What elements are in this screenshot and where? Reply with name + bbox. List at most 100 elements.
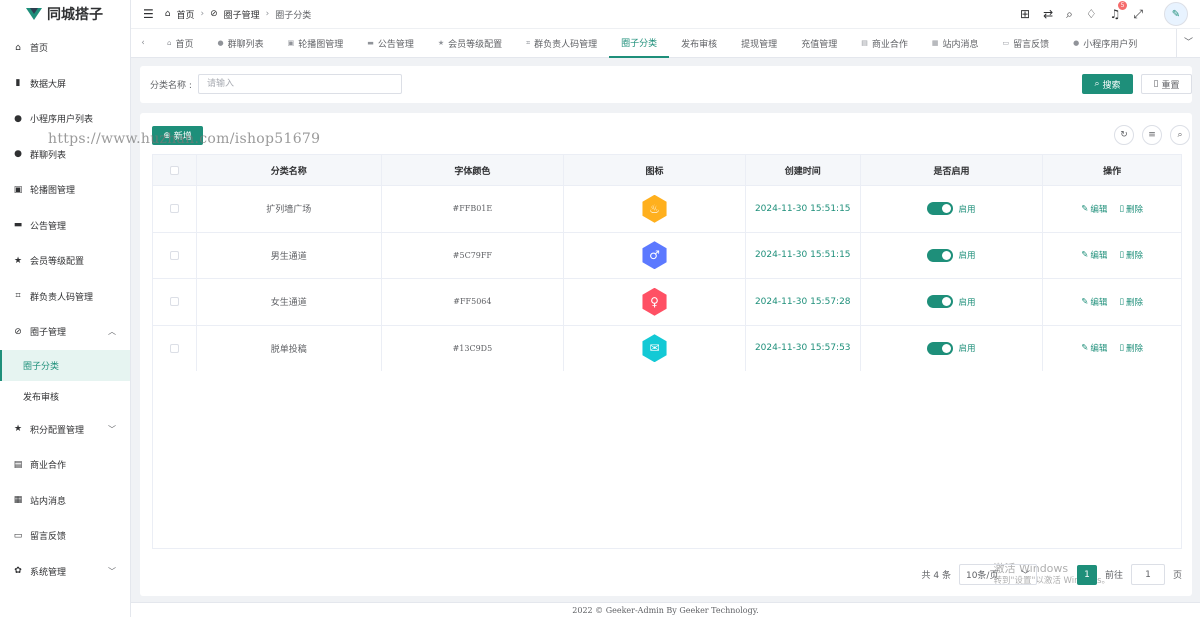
tab-label: 首页 [175,39,194,50]
row-checkbox[interactable] [169,250,179,260]
avatar[interactable]: ✎ [1164,2,1188,26]
select-all-checkbox[interactable] [169,165,179,175]
breadcrumb-item[interactable]: 圈子管理 [224,8,260,21]
reset-button[interactable]: ▯ 重置 [1141,74,1192,94]
sidebar-item-label: 群聊列表 [30,150,67,161]
sidebar-item-dashboard[interactable]: ▮ 数据大屏 [0,66,130,102]
sidebar-item-label: 首页 [30,44,49,55]
trash-icon: ▯ [1119,296,1125,307]
delete-button[interactable]: ▯ 删除 [1119,249,1143,261]
tab-item[interactable]: ⌗ 群负责人码管理 [514,29,609,58]
sidebar-item-home[interactable]: ⌂ 首页 [0,30,130,66]
search-button[interactable]: ⌕ 搜索 [1082,74,1133,94]
breadcrumb-item[interactable]: 首页 [176,8,194,21]
sidebar-item-business[interactable]: ▤ 商业合作 [0,447,130,483]
sidebar-item-circle-management[interactable]: ⊘ 圈子管理 ︿ [0,314,130,350]
sidebar-item-inbox[interactable]: ▦ 站内消息 [0,483,130,519]
user-icon: ● [14,149,22,160]
enabled-cell: 启用 [861,186,1044,232]
goto-page-input[interactable] [1130,564,1165,585]
sidebar-item-feedback[interactable]: ▭ 留言反馈 [0,518,130,554]
row-checkbox[interactable] [169,204,179,214]
tab-item[interactable]: ▦ 站内消息 [920,29,991,58]
enabled-switch[interactable] [927,341,954,355]
fullscreen-icon[interactable]: ⤢ [1133,7,1143,22]
enabled-cell: 启用 [861,232,1044,278]
column-settings-icon[interactable]: ≡ [1142,125,1162,145]
actions-cell: ✎ 编辑 ▯ 删除 [1043,233,1181,279]
enabled-switch[interactable] [927,295,954,309]
delete-button[interactable]: ▯ 删除 [1119,296,1143,308]
user-icon: ● [14,113,22,124]
url-watermark: https://www.huzhan.com/ishop51679 [48,131,321,147]
sidebar-item-system[interactable]: ✿ 系统管理 ﹀ [0,554,130,590]
sidebar-item-member-levels[interactable]: ★ 会员等级配置 [0,243,130,279]
tab-item[interactable]: ● 小程序用户列 [1061,29,1149,58]
sidebar-item-circle-categories[interactable]: 圈子分类 [0,349,130,381]
notification-badge: 5 [1117,1,1128,10]
sidebar-item-post-review[interactable]: 发布审核 [0,381,130,412]
search-icon[interactable]: ⌕ [1066,7,1073,22]
tabs-more-icon[interactable]: ﹀ [1176,28,1200,58]
refresh-icon[interactable]: ↻ [1114,125,1134,145]
trash-icon: ▯ [1119,250,1125,261]
tab-item[interactable]: 充值管理 [789,29,849,58]
table-row: 女生通道 #FF5064 ♀ 2024-11-30 15:57:28 启用 ✎ 编辑 ▯ 删除 [153,278,1181,325]
font-color-cell: #FF5064 [382,279,565,325]
sidebar-item-announcements[interactable]: ▬ 公告管理 [0,208,130,244]
enabled-label: 启用 [958,297,976,308]
row-checkbox[interactable] [169,343,179,353]
tab-item[interactable]: 发布审核 [669,29,729,58]
tab-item[interactable]: ▤ 商业合作 [849,29,920,58]
tabs-scroll-left-icon[interactable]: ‹ [131,38,155,48]
search-icon[interactable]: ⌕ [1170,125,1190,145]
tab-item[interactable]: 提现管理 [729,29,789,58]
delete-button[interactable]: ▯ 删除 [1119,203,1143,215]
vue-logo-icon [26,8,42,20]
category-icon: ✉ [642,334,667,363]
icon-cell: ✉ [564,325,746,371]
sidebar-item-points-config[interactable]: ★ 积分配置管理 ﹀ [0,412,130,448]
actions-cell: ✎ 编辑 ▯ 删除 [1043,279,1181,325]
sidebar-item-group-owner-codes[interactable]: ⌗ 群负责人码管理 [0,279,130,315]
tab-item[interactable]: ⌂ 首页 [155,29,205,58]
sidebar-item-label: 站内消息 [30,496,67,507]
page-number-current[interactable]: 1 [1076,564,1097,585]
header-cell: 是否启用 [861,155,1044,185]
delete-button[interactable]: ▯ 删除 [1119,342,1143,354]
edit-icon: ✎ [1081,296,1089,307]
tab-item[interactable]: ▬ 公告管理 [355,29,426,58]
sidebar-item-banners[interactable]: ▣ 轮播图管理 [0,172,130,208]
menu-toggle-icon[interactable]: ☰ [143,7,154,21]
page-size-select[interactable]: 10条/页 ﹀ [958,564,1037,585]
tab-item[interactable]: 圈子分类 [609,29,670,58]
sidebar-item-label: 公告管理 [30,221,67,232]
home-icon: ⌂ [164,9,171,19]
top-header: ☰ ⌂ 首页 › ⊘ 圈子管理 › 圈子分类 ⊞ ⇄ ⌕ ♢ ♫ 5 ⤢ ✎ [131,0,1200,28]
tab-icon: ▭ [1002,39,1010,47]
edit-button[interactable]: ✎ 编辑 [1081,203,1107,215]
edit-button[interactable]: ✎ 编辑 [1081,296,1107,308]
tab-item[interactable]: ▭ 留言反馈 [990,29,1061,58]
tab-item[interactable]: ● 群聊列表 [205,29,275,58]
search-icon: ⌕ [1094,79,1100,89]
chevron-down-icon: ﹀ [1020,571,1030,581]
notification-bell[interactable]: ♫ 5 [1110,1,1128,21]
category-name-input[interactable] [198,74,402,94]
layout-icon[interactable]: ⊞ [1020,7,1030,21]
category-name-cell: 男生通道 [197,232,382,278]
edit-label: 编辑 [1090,204,1108,215]
enabled-cell: 启用 [861,325,1044,371]
edit-button[interactable]: ✎ 编辑 [1081,249,1107,261]
theme-shirt-icon[interactable]: ♢ [1086,7,1097,21]
tab-item[interactable]: ▣ 轮播图管理 [276,29,356,58]
page-suffix: 页 [1172,571,1182,581]
translate-icon[interactable]: ⇄ [1043,7,1053,21]
edit-button[interactable]: ✎ 编辑 [1081,342,1107,354]
tab-item[interactable]: ★ 会员等级配置 [426,29,514,58]
bar-chart-icon: ▮ [15,78,21,89]
row-checkbox[interactable] [169,297,179,307]
enabled-switch[interactable] [927,248,954,262]
enabled-switch[interactable] [927,202,954,216]
header-cell: 创建时间 [746,155,861,185]
